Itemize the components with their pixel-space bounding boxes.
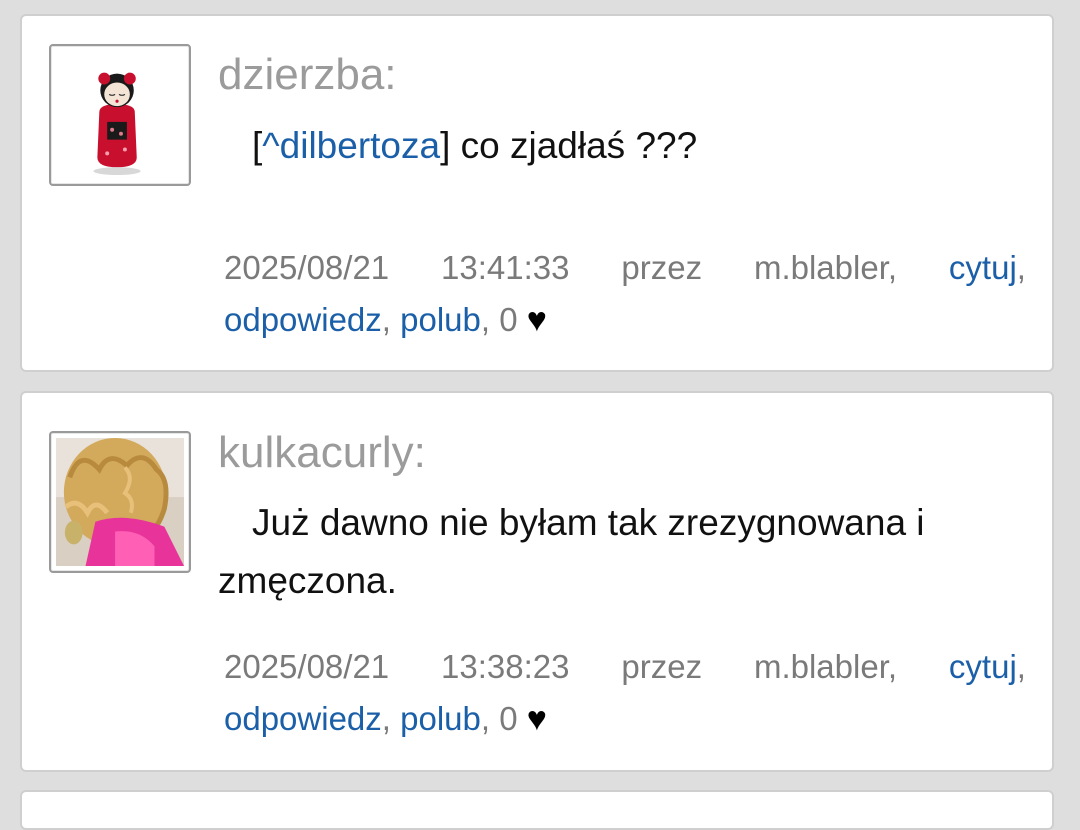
post-card-partial xyxy=(20,790,1054,830)
curly-hair-person-avatar-icon xyxy=(56,438,184,566)
post-text-content: co zjadłaś ??? xyxy=(450,125,698,166)
post-card: kulkacurly: Już dawno nie byłam tak zrez… xyxy=(20,391,1054,772)
post-text: Już dawno nie byłam tak zrezygnowana i z… xyxy=(218,494,1030,610)
post-meta: 2025/08/21 13:41:33 przez m.blabler, cyt… xyxy=(224,242,1026,346)
user-avatar[interactable] xyxy=(49,44,191,186)
post-date: 2025/08/21 xyxy=(224,249,390,286)
post-by-label: przez xyxy=(621,648,703,685)
kokeshi-doll-avatar-icon xyxy=(56,51,184,179)
reply-link[interactable]: odpowiedz xyxy=(224,301,382,338)
post-meta: 2025/08/21 13:38:23 przez m.blabler, cyt… xyxy=(224,641,1026,745)
like-link[interactable]: polub xyxy=(400,301,481,338)
post-time: 13:38:23 xyxy=(441,648,570,685)
quote-link[interactable]: cytuj xyxy=(949,249,1017,286)
post-card: dzierzba: [^dilbertoza] co zjadłaś ??? 2… xyxy=(20,14,1054,372)
post-by-user: m.blabler, xyxy=(753,249,898,286)
post-author[interactable]: dzierzba: xyxy=(218,53,397,97)
mention-bracket-close: ] xyxy=(440,125,451,166)
quote-link[interactable]: cytuj xyxy=(949,648,1017,685)
post-date: 2025/08/21 xyxy=(224,648,390,685)
heart-icon: ♥ xyxy=(526,700,547,738)
user-avatar[interactable] xyxy=(49,431,191,573)
post-text-content: Już dawno nie byłam tak zrezygnowana i z… xyxy=(218,502,925,601)
post-time: 13:41:33 xyxy=(441,249,570,286)
mention-bracket-open: [ xyxy=(252,125,263,166)
post-by-label: przez xyxy=(621,249,703,286)
likes-count: 0 xyxy=(499,301,518,338)
heart-icon: ♥ xyxy=(526,301,547,339)
post-author[interactable]: kulkacurly: xyxy=(218,431,426,475)
post-by-user: m.blabler, xyxy=(753,648,898,685)
likes-count: 0 xyxy=(499,700,518,737)
like-link[interactable]: polub xyxy=(400,700,481,737)
reply-link[interactable]: odpowiedz xyxy=(224,700,382,737)
mention-link[interactable]: ^dilbertoza xyxy=(262,125,440,166)
post-text: [^dilbertoza] co zjadłaś ??? xyxy=(218,117,1030,175)
